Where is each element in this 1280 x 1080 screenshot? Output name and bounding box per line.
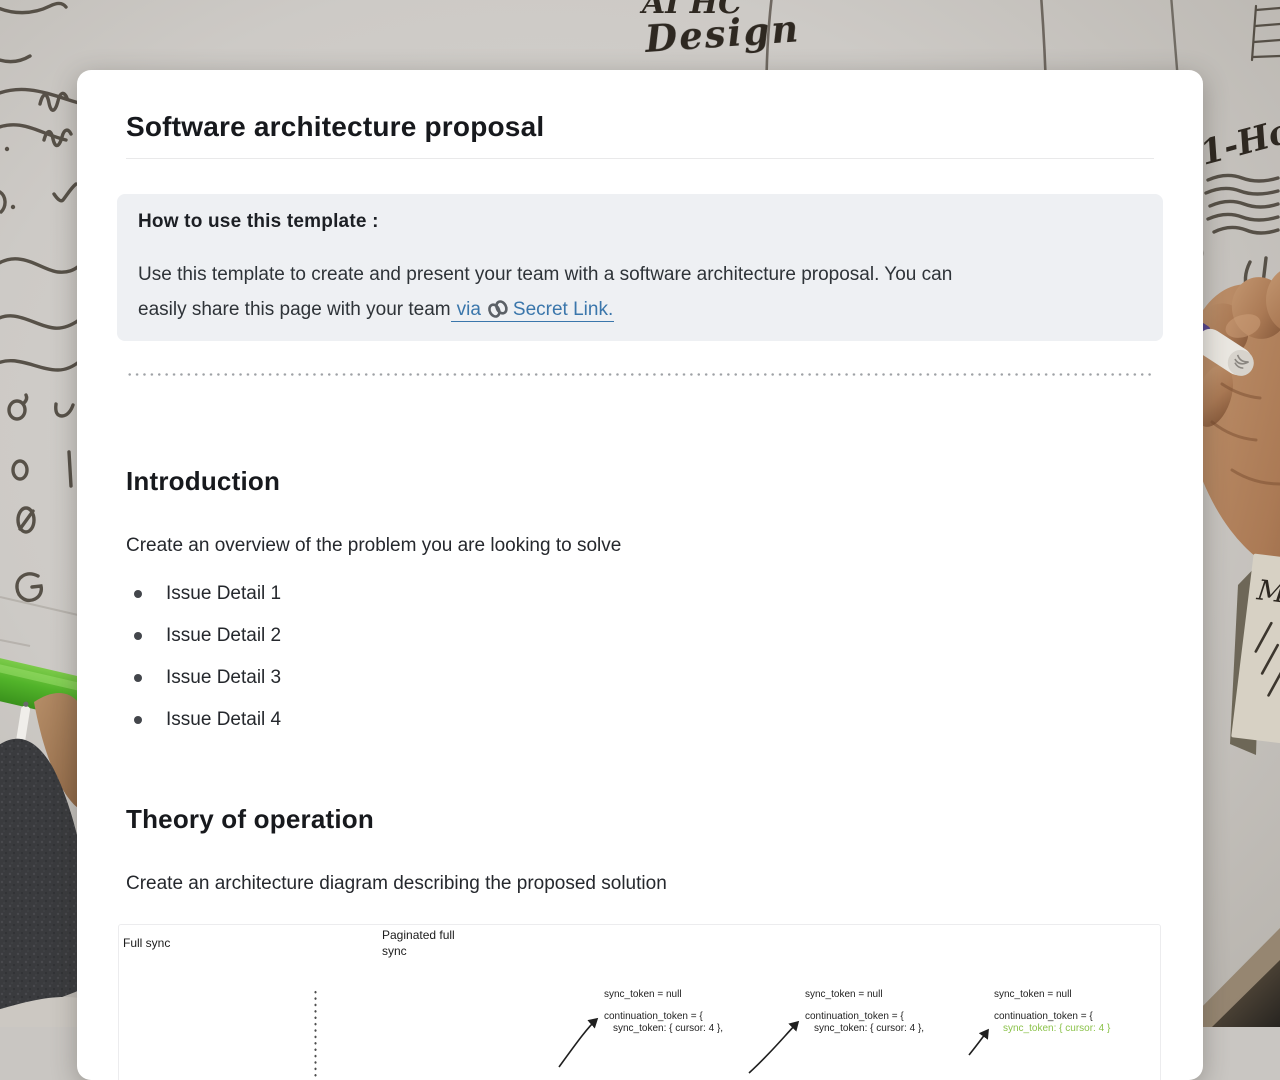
list-item-label: Issue Detail 3 [166,667,281,688]
page-title: Software architecture proposal [126,111,1154,142]
list-item-label: Issue Detail 2 [166,625,281,646]
bullet-icon [134,674,142,682]
architecture-diagram: Full sync Paginated full sync sync_token… [118,924,1161,1080]
list-item-label: Issue Detail 1 [166,583,281,604]
secret-link-prefix[interactable]: via [457,299,481,320]
curved-arrow [749,1022,798,1073]
callout-text-line2: easily share this page with your team [138,299,451,320]
introduction-heading: Introduction [126,466,1154,496]
curved-arrow [559,1019,597,1067]
list-item: Issue Detail 2 [126,625,1154,647]
document-card: Software architecture proposal How to us… [77,70,1203,1080]
chain-link-icon [487,296,509,331]
list-item: Issue Detail 4 [126,709,1154,731]
callout-heading: How to use this template : [138,211,1139,233]
list-item: Issue Detail 3 [126,667,1154,689]
how-to-callout: How to use this template : Use this temp… [117,194,1163,341]
secret-link-label[interactable]: Secret Link. [513,299,613,320]
issue-bullet-list: Issue Detail 1 Issue Detail 2 Issue Deta… [126,583,1154,731]
bullet-icon [134,590,142,598]
secret-link[interactable]: via Secret Link. [451,299,615,322]
callout-text-line1: Use this template to create and present … [138,264,952,285]
title-divider [126,158,1154,159]
list-item: Issue Detail 1 [126,583,1154,605]
list-item-label: Issue Detail 4 [166,709,281,730]
theory-heading: Theory of operation [126,804,1154,834]
bullet-icon [134,632,142,640]
dotted-divider [126,373,1154,376]
introduction-description: Create an overview of the problem you ar… [126,535,1154,557]
sticky-note-text: M [1254,573,1280,610]
bullet-icon [134,716,142,724]
callout-body: Use this template to create and present … [138,257,1139,331]
curved-arrow [969,1030,988,1055]
theory-description: Create an architecture diagram describin… [126,873,1154,895]
diagram-arrows [119,925,1161,1080]
